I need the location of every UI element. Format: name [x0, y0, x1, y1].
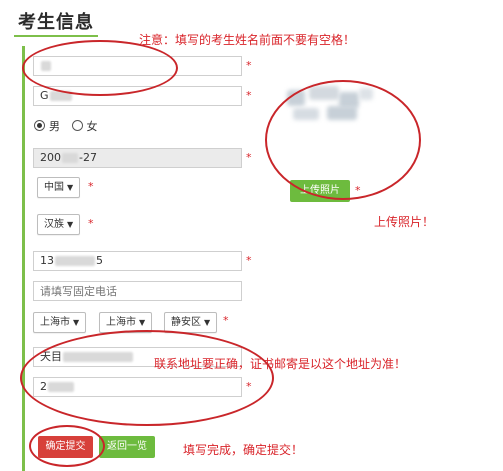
caret-down-icon: ▼: [67, 183, 74, 192]
form-left-border: [22, 46, 25, 471]
pinyin-value: G: [40, 89, 49, 102]
title-underline: [14, 35, 98, 37]
province-value: 上海市: [40, 317, 70, 328]
required-mark: *: [246, 254, 252, 267]
birthdate-suffix: -27: [79, 151, 97, 164]
required-mark: *: [88, 217, 94, 230]
gender-female-option[interactable]: 女: [71, 120, 98, 133]
annotation-ellipse-address: [20, 330, 274, 426]
annotation-photo-note: 上传照片！: [374, 215, 435, 229]
required-mark: *: [246, 151, 252, 164]
annotation-name-note: 注意：填写的考生姓名前面不要有空格！: [139, 33, 356, 47]
page-title: 考生信息: [18, 12, 94, 33]
required-mark: *: [246, 59, 252, 72]
required-mark: *: [223, 314, 229, 327]
province-select[interactable]: 上海市 ▼: [33, 312, 87, 333]
radio-unchecked-icon[interactable]: [71, 120, 83, 131]
ethnicity-value: 汉族: [44, 219, 64, 230]
country-value: 中国: [44, 182, 64, 193]
district-select[interactable]: 静安区 ▼: [164, 312, 218, 333]
annotation-ellipse-submit: [29, 425, 105, 467]
birthdate-field[interactable]: 200 -27: [33, 148, 242, 168]
country-select[interactable]: 中国 ▼: [37, 177, 81, 198]
gender-male-label: 男: [49, 120, 60, 133]
back-to-list-button[interactable]: 返回一览: [99, 436, 155, 458]
caret-down-icon: ▼: [73, 318, 80, 327]
required-mark: *: [88, 180, 94, 193]
annotation-ellipse-photo: [265, 80, 421, 200]
annotation-submit-note: 填写完成，确定提交！: [183, 443, 304, 457]
caret-down-icon: ▼: [204, 318, 211, 327]
district-value: 静安区: [171, 317, 201, 328]
blurred-text: [62, 153, 78, 163]
ethnicity-select[interactable]: 汉族 ▼: [37, 214, 81, 235]
caret-down-icon: ▼: [139, 318, 146, 327]
annotation-ellipse-name: [22, 40, 178, 96]
mobile-prefix: 13: [40, 254, 54, 267]
gender-female-label: 女: [86, 120, 98, 133]
city-value: 上海市: [106, 317, 136, 328]
blurred-text: [55, 256, 95, 266]
caret-down-icon: ▼: [67, 220, 74, 229]
gender-male-option[interactable]: 男: [34, 120, 60, 133]
mobile-suffix: 5: [96, 254, 103, 267]
gender-radio-group: 男 女: [34, 118, 98, 134]
fixed-phone-input[interactable]: [33, 281, 242, 301]
birthdate-prefix: 200: [40, 151, 61, 164]
radio-checked-icon[interactable]: [34, 120, 45, 131]
required-mark: *: [246, 89, 252, 102]
mobile-field[interactable]: 13 5: [33, 251, 242, 271]
